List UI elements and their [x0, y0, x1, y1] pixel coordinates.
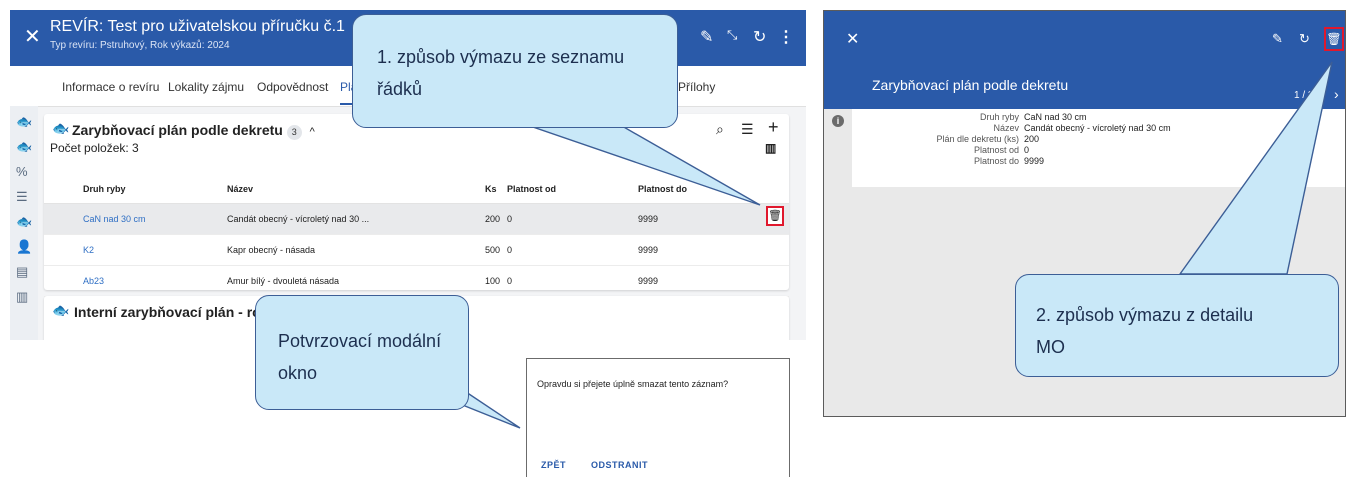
fish-chart-icon: 🐟: [52, 302, 70, 318]
add-icon[interactable]: +: [768, 117, 779, 138]
cell-nazev: Kapr obecný - násada: [226, 234, 484, 266]
col-nazev[interactable]: Název: [226, 174, 484, 204]
cell-ks: 500: [484, 234, 502, 266]
fish-icon[interactable]: 🐟: [16, 114, 32, 130]
more-vert-icon[interactable]: ⋮: [778, 27, 794, 47]
col-ks[interactable]: Ks: [484, 174, 502, 204]
percent-icon[interactable]: %: [16, 164, 28, 179]
tab-prilohy[interactable]: Přílohy: [678, 80, 715, 94]
cell-druh[interactable]: K2: [82, 234, 226, 266]
edit-icon[interactable]: ✎: [1272, 31, 1283, 47]
section-title: Zarybňovací plán podle dekretu 3 ^: [72, 122, 315, 140]
col-od[interactable]: Platnost od: [501, 174, 638, 204]
cell-do: 9999: [637, 234, 789, 266]
close-icon[interactable]: ✕: [846, 29, 859, 49]
list-view-icon[interactable]: ☰: [741, 121, 754, 138]
cell-od: 0: [501, 203, 638, 235]
cell-druh[interactable]: Ab23: [82, 265, 226, 297]
tab-odpovednost[interactable]: Odpovědnost: [257, 80, 328, 94]
detail-row: Druh ryby CaN nad 30 cm: [979, 112, 1087, 122]
tab-informace[interactable]: Informace o revíru: [62, 80, 159, 94]
columns-icon[interactable]: ▥: [765, 141, 776, 155]
callout-list-delete: 1. způsob výmazu ze seznamu řádků: [352, 14, 678, 128]
refresh-icon[interactable]: ↻: [1299, 31, 1310, 47]
chevron-right-icon[interactable]: ›: [1334, 86, 1339, 102]
detail-row: Platnost od 0: [973, 145, 1030, 155]
delete-button[interactable]: ODSTRANIT: [591, 460, 648, 470]
person-icon[interactable]: 👤: [16, 239, 32, 255]
page-title: REVÍR: Test pro uživatelskou příručku č.…: [50, 18, 345, 35]
tab-lokality[interactable]: Lokality zájmu: [168, 80, 244, 94]
pager: 1 / 3: [1294, 90, 1314, 101]
detail-row: Plán dle dekretu (ks) 200: [936, 134, 1040, 144]
search-icon[interactable]: ⌕: [716, 121, 724, 138]
count-badge: 3: [286, 125, 302, 140]
info-icon: i: [832, 115, 844, 127]
refresh-icon[interactable]: ↻: [753, 27, 766, 47]
table-row[interactable]: Ab23 Amur bílý - dvouletá násada 100 0 9…: [44, 265, 789, 297]
back-button[interactable]: ZPĚT: [541, 460, 566, 470]
cell-ks: 100: [484, 265, 502, 297]
modal-message: Opravdu si přejete úplně smazat tento zá…: [537, 379, 729, 389]
cell-druh[interactable]: CaN nad 30 cm: [82, 203, 226, 235]
detail-header: ✕ ✎ ↻ Zarybňovací plán podle dekretu 1 /…: [824, 11, 1345, 109]
page-subtitle: Typ revíru: Pstruhový, Rok výkazů: 2024: [50, 40, 230, 51]
delete-record-button[interactable]: 🗑: [1324, 27, 1344, 51]
chevron-up-icon[interactable]: ^: [310, 126, 315, 138]
fish-stock-icon[interactable]: 🐟: [16, 214, 32, 230]
callout-detail-delete: 2. způsob výmazu z detailu MO: [1015, 274, 1339, 377]
collapse-icon[interactable]: ⤡: [727, 27, 737, 43]
fish-icon: 🐟: [52, 120, 70, 136]
fish-chart-icon[interactable]: 🐟: [16, 139, 32, 155]
callout-confirm-modal: Potvrzovací modální okno: [255, 295, 469, 410]
detail-row: Platnost do 9999: [973, 156, 1045, 166]
cell-do: 9999: [637, 265, 789, 297]
document-icon[interactable]: ▤: [16, 264, 28, 280]
close-icon[interactable]: ✕: [24, 24, 41, 49]
cell-nazev: Amur bílý - dvouletá násada: [226, 265, 484, 297]
sidebar: 🐟 🐟 % ☰ 🐟 👤 ▤ ▥: [10, 106, 38, 340]
table-row[interactable]: K2 Kapr obecný - násada 500 0 9999: [44, 234, 789, 266]
col-do[interactable]: Platnost do: [637, 174, 789, 204]
table-row[interactable]: CaN nad 30 cm Candát obecný - vícroletý …: [44, 203, 789, 235]
item-count: Počet položek: 3: [50, 141, 139, 155]
document-fish-icon[interactable]: ▥: [16, 289, 28, 305]
detail-title: Zarybňovací plán podle dekretu: [872, 77, 1069, 93]
cell-od: 0: [501, 265, 638, 297]
delete-row-button[interactable]: 🗑: [766, 206, 784, 226]
list-icon[interactable]: ☰: [16, 189, 28, 205]
cell-nazev: Candát obecný - vícroletý nad 30 ...: [226, 203, 484, 235]
data-table: Druh ryby Název Ks Platnost od Platnost …: [44, 174, 789, 297]
col-druh[interactable]: Druh ryby: [82, 174, 226, 204]
detail-row: Název Candát obecný - vícroletý nad 30 cm: [993, 123, 1171, 133]
cell-od: 0: [501, 234, 638, 266]
cell-ks: 200: [484, 203, 502, 235]
edit-icon[interactable]: ✎: [700, 27, 713, 47]
detail-link[interactable]: CaN nad 30 cm: [1024, 112, 1087, 122]
confirm-modal: Opravdu si přejete úplně smazat tento zá…: [526, 358, 790, 477]
